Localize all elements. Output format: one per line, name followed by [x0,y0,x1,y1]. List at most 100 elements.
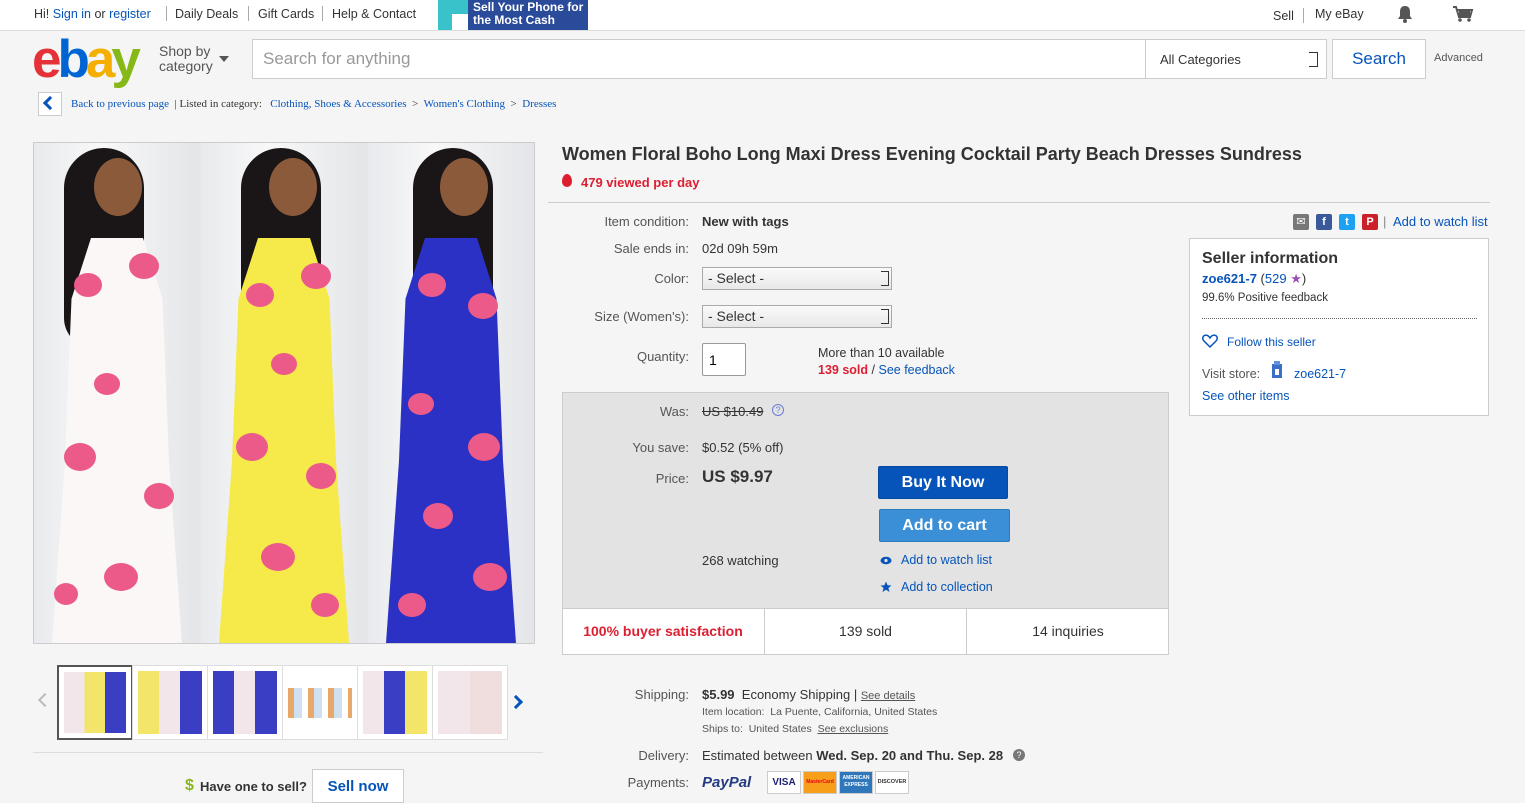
model-photo-blue-dress [368,143,534,643]
divider [166,6,167,21]
model-photo-white-dress [34,143,200,643]
ebay-logo[interactable]: ebay [32,30,141,90]
sign-in-link[interactable]: Sign in [53,7,91,21]
sell-now-button[interactable]: Sell now [312,769,404,803]
quantity-input[interactable] [702,343,746,376]
email-icon[interactable]: ✉ [1293,214,1309,230]
ships-to-label: Ships to: [702,723,743,735]
color-select-value: - Select - [708,270,765,286]
promo-text: Sell Your Phone for the Most Cash [473,0,584,27]
chevron-right-icon[interactable] [508,694,524,710]
follow-seller-link[interactable]: Follow this seller [1227,335,1316,349]
divider [548,202,1490,203]
logo-letter-y: y [111,30,141,89]
add-to-watch-list-link[interactable]: Add to watch list [1393,214,1488,229]
inquiries-stat: 14 inquiries [1032,623,1104,639]
category-text: category [159,58,213,74]
breadcrumb-separator: > [510,98,517,110]
logo-letter-e: e [32,30,62,89]
buyer-satisfaction: 100% buyer satisfaction [562,608,765,655]
color-select[interactable]: - Select - [702,267,892,290]
seller-heading: Seller information [1202,250,1339,267]
notification-bell-icon[interactable] [1397,5,1413,23]
feedback-score-link[interactable]: 529 [1265,271,1287,286]
was-label: Was: [659,404,689,419]
add-to-collection-link[interactable]: Add to collection [901,580,993,594]
buy-it-now-button[interactable]: Buy It Now [878,466,1008,499]
or-text: or [94,7,106,21]
divider [33,752,543,753]
see-other-items-link[interactable]: See other items [1202,389,1290,403]
breadcrumb-item-clothing[interactable]: Clothing, Shoes & Accessories [270,98,406,110]
mastercard-icon: MasterCard [803,771,837,794]
condition-label: Item condition: [604,214,689,229]
twitter-icon[interactable]: t [1339,214,1355,230]
chevron-down-icon [219,56,229,62]
add-to-cart-button[interactable]: Add to cart [879,509,1010,542]
delivery-line: Estimated between Wed. Sep. 20 and Thu. … [702,748,1003,763]
search-button[interactable]: Search [1332,39,1426,79]
sell-link[interactable]: Sell [1273,9,1294,23]
sold-count: 139 sold [818,363,869,377]
seller-info-box: Seller information zoe621-7 (529 ★) 99.6… [1189,238,1489,416]
my-ebay-link[interactable]: My eBay [1315,7,1364,21]
chevron-left-icon [42,95,58,111]
thumbnail[interactable] [357,665,433,740]
thumbnail-size-chart[interactable] [282,665,358,740]
gift-cards-link[interactable]: Gift Cards [258,7,314,21]
breadcrumb-item-dresses[interactable]: Dresses [522,98,556,110]
advanced-search-link[interactable]: Advanced [1434,52,1483,64]
star-icon [880,581,892,592]
back-to-previous-link[interactable]: Back to previous page [71,98,169,110]
payments-label: Payments: [627,775,689,790]
fire-icon [562,174,572,187]
help-icon[interactable]: ? [1013,749,1025,761]
promo-logo-square [452,14,468,30]
top-bar: Hi! Sign in or register Daily Deals Gift… [0,0,1525,31]
ships-to-line: Ships to: United States See exclusions [702,723,888,735]
size-select-value: - Select - [708,308,765,324]
search-input[interactable] [252,39,1146,79]
available-text: More than 10 available [818,346,945,360]
see-feedback-link[interactable]: See feedback [878,363,954,377]
score-paren: ) [1301,271,1307,286]
dropdown-arrow-icon [881,309,889,324]
see-details-link[interactable]: See details [861,690,915,702]
color-label: Color: [654,271,689,286]
ships-to-value: United States [748,723,812,735]
help-icon[interactable]: ? [772,404,784,416]
purple-star-icon: ★ [1290,271,1302,286]
facebook-icon[interactable]: f [1316,214,1332,230]
price-value: US $9.97 [702,467,773,486]
thumbnail[interactable] [132,665,208,740]
breadcrumb-separator: > [412,98,419,110]
daily-deals-link[interactable]: Daily Deals [175,7,238,21]
size-select[interactable]: - Select - [702,305,892,328]
see-exclusions-link[interactable]: See exclusions [818,723,889,735]
register-link[interactable]: register [109,7,151,21]
category-select[interactable]: All Categories [1145,39,1327,79]
store-link[interactable]: zoe621-7 [1294,367,1346,381]
shipping-line: $5.99 Economy Shipping | See details [702,687,915,702]
divider: | [1383,214,1387,229]
breadcrumb-item-womens-clothing[interactable]: Women's Clothing [424,98,505,110]
back-button[interactable] [38,92,62,116]
help-contact-link[interactable]: Help & Contact [332,7,416,21]
main-product-image[interactable] [33,142,535,644]
shop-by-category-button[interactable]: Shop by category [159,44,213,74]
quantity-label: Quantity: [636,349,689,364]
condition-value: New with tags [702,214,789,229]
cart-icon[interactable] [1452,5,1474,23]
breadcrumb: Back to previous page | Listed in catego… [71,98,556,110]
viewed-per-day: 479 viewed per day [581,175,700,190]
seller-name-link[interactable]: zoe621-7 [1202,271,1257,286]
thumbnail[interactable] [57,665,133,740]
thumbnail[interactable] [207,665,283,740]
promo-banner[interactable]: Sell Your Phone for the Most Cash [438,0,588,30]
thumbnail[interactable] [432,665,508,740]
chevron-left-icon[interactable] [37,692,53,708]
pinterest-icon[interactable]: P [1362,214,1378,230]
dropdown-arrow-icon [881,271,889,286]
heart-icon [1202,334,1218,348]
add-to-watch-list-link[interactable]: Add to watch list [901,553,992,567]
